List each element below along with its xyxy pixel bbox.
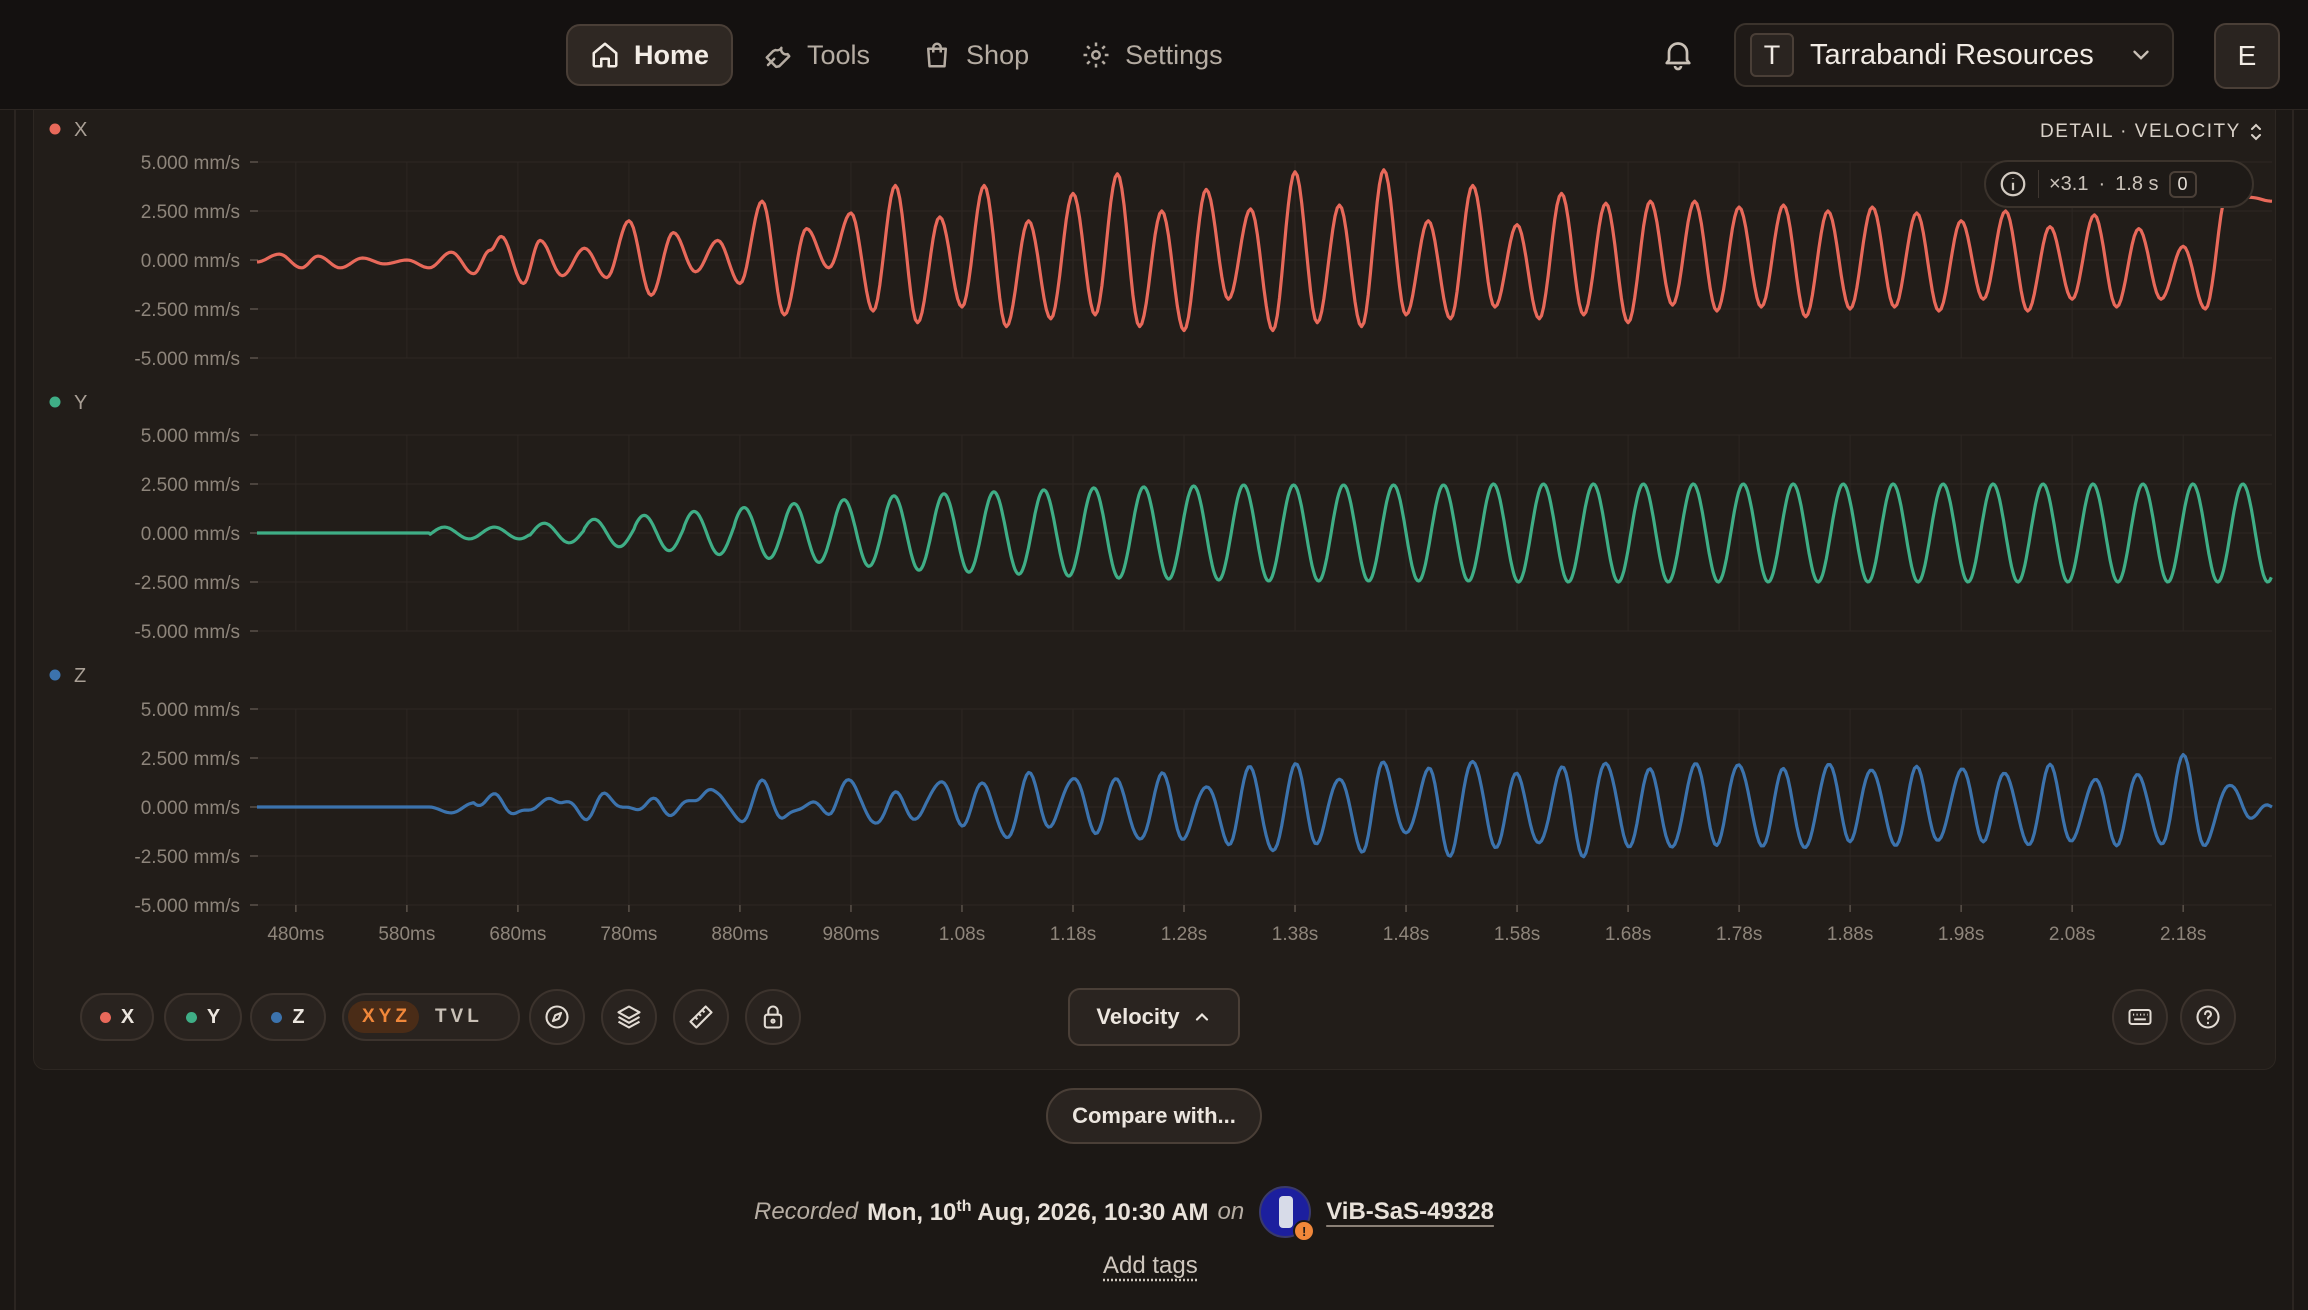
series-label: Y	[74, 392, 87, 414]
velocity-dropdown[interactable]: Velocity	[1068, 988, 1240, 1046]
y-tick-label: 2.500 mm/s	[141, 749, 240, 770]
x-tick-label: 1.58s	[1494, 924, 1540, 945]
recording-info: Recorded Mon, 10th Aug, 2026, 10:30 AM o…	[754, 1186, 1494, 1242]
series-line-z	[257, 753, 2273, 859]
segment-tvl[interactable]: TVL	[425, 1001, 487, 1033]
y-tick-label: 0.000 mm/s	[141, 524, 240, 545]
zoom-separator: ·	[2098, 172, 2106, 195]
chevron-up-icon	[1195, 1012, 1208, 1021]
y-tick-label: -5.000 mm/s	[134, 622, 240, 643]
y-tick-label: -2.500 mm/s	[134, 573, 240, 594]
x-tick-label: 1.48s	[1383, 924, 1429, 945]
x-dot	[99, 1011, 111, 1023]
recorded-date-day: Mon, 10	[867, 1198, 957, 1226]
y-tick-label: -5.000 mm/s	[134, 896, 240, 917]
recorded-date-rest: Aug, 2026, 10:30 AM	[977, 1198, 1209, 1226]
compare-with-button[interactable]: Compare with...	[1046, 1088, 1262, 1144]
vibration-chart[interactable]: 480ms 580ms 680ms 780ms 880ms 980ms 1.08s 1.18s…	[0, 0, 2308, 960]
layers-icon	[617, 1005, 641, 1029]
recorded-on: on	[1217, 1198, 1245, 1225]
series-dot	[49, 123, 61, 135]
y-tick-label: 5.000 mm/s	[141, 426, 240, 447]
x-tick-label: 1.08s	[939, 924, 985, 945]
series-dot	[49, 669, 61, 681]
y-tick-label: 2.500 mm/s	[141, 475, 240, 496]
help-button[interactable]	[2180, 989, 2236, 1045]
zoom-info-pill: ×3.1 · 1.8 s 0	[1984, 160, 2254, 208]
zoom-factor: ×3.1	[2049, 172, 2089, 195]
layers-button[interactable]	[601, 989, 657, 1045]
segment-xyz[interactable]: XYZ	[348, 1001, 419, 1033]
axis-mode-segment[interactable]: XYZ TVL	[342, 993, 520, 1041]
ruler-icon	[689, 1005, 713, 1029]
x-tick-label: 2.08s	[2049, 924, 2095, 945]
help-icon	[2196, 1005, 2220, 1029]
toggle-x-axis[interactable]: X	[80, 993, 154, 1041]
y-tick-label: -2.500 mm/s	[134, 300, 240, 321]
keyboard-shortcuts-button[interactable]	[2112, 989, 2168, 1045]
x-tick-label: 1.18s	[1050, 924, 1096, 945]
velocity-label: Velocity	[1096, 1004, 1180, 1029]
detail-mode-label: DETAIL · VELOCITY	[2040, 121, 2241, 142]
x-tick-label: 1.28s	[1161, 924, 1207, 945]
z-dot	[271, 1011, 283, 1023]
divider	[2038, 170, 2039, 198]
x-tick-label: 1.88s	[1827, 924, 1873, 945]
compass-icon	[545, 1005, 569, 1029]
info-icon[interactable]	[1998, 169, 2028, 199]
toggle-z-label: Z	[292, 1005, 305, 1028]
x-tick-label: 680ms	[489, 924, 546, 945]
x-tick-label: 580ms	[378, 924, 435, 945]
x-tick-label: 1.98s	[1938, 924, 1984, 945]
lock-icon	[763, 1005, 783, 1029]
toggle-x-label: X	[120, 1005, 135, 1028]
toggle-z-axis[interactable]: Z	[250, 993, 326, 1041]
series-dot	[49, 396, 61, 408]
lock-button[interactable]	[745, 989, 801, 1045]
compass-button[interactable]	[529, 989, 585, 1045]
x-tick-label: 1.38s	[1272, 924, 1318, 945]
x-tick-label: 1.78s	[1716, 924, 1762, 945]
y-tick-label: 0.000 mm/s	[141, 798, 240, 819]
device-link[interactable]: ViB-SaS-49328	[1326, 1198, 1494, 1226]
y-tick-label: 0.000 mm/s	[141, 251, 240, 272]
y-tick-label: 2.500 mm/s	[141, 202, 240, 223]
toggle-y-axis[interactable]: Y	[164, 993, 242, 1041]
x-tick-label: 1.68s	[1605, 924, 1651, 945]
x-tick-label: 480ms	[267, 924, 324, 945]
y-tick-label: -5.000 mm/s	[134, 349, 240, 370]
reset-zero-key[interactable]: 0	[2168, 170, 2197, 198]
add-tags-link[interactable]: Add tags	[1103, 1252, 1198, 1280]
y-tick-label: -2.500 mm/s	[134, 847, 240, 868]
keyboard-icon	[2128, 1009, 2152, 1025]
y-tick-label: 5.000 mm/s	[141, 153, 240, 174]
chevron-updown-icon	[2250, 123, 2261, 141]
series-label: X	[74, 119, 87, 141]
device-avatar[interactable]: !	[1259, 1186, 1316, 1242]
y-tick-label: 5.000 mm/s	[141, 700, 240, 721]
toggle-y-label: Y	[206, 1005, 221, 1028]
series-line-x	[256, 168, 2273, 333]
series-label: Z	[74, 665, 86, 687]
sensor-device-icon	[1279, 1196, 1294, 1228]
x-tick-label: 980ms	[822, 924, 879, 945]
detail-mode-toggle[interactable]: DETAIL · VELOCITY	[2040, 118, 2263, 146]
x-tick-label: 780ms	[600, 924, 657, 945]
recorded-prefix: Recorded	[754, 1198, 859, 1225]
y-dot	[185, 1011, 197, 1023]
x-tick-label: 2.18s	[2160, 924, 2206, 945]
x-tick-label: 880ms	[711, 924, 768, 945]
ruler-button[interactable]	[673, 989, 729, 1045]
recorded-date-suffix: th	[956, 1197, 972, 1215]
window-length: 1.8 s	[2115, 172, 2159, 195]
recorded-date: Mon, 10th Aug, 2026, 10:30 AM	[867, 1198, 1208, 1227]
